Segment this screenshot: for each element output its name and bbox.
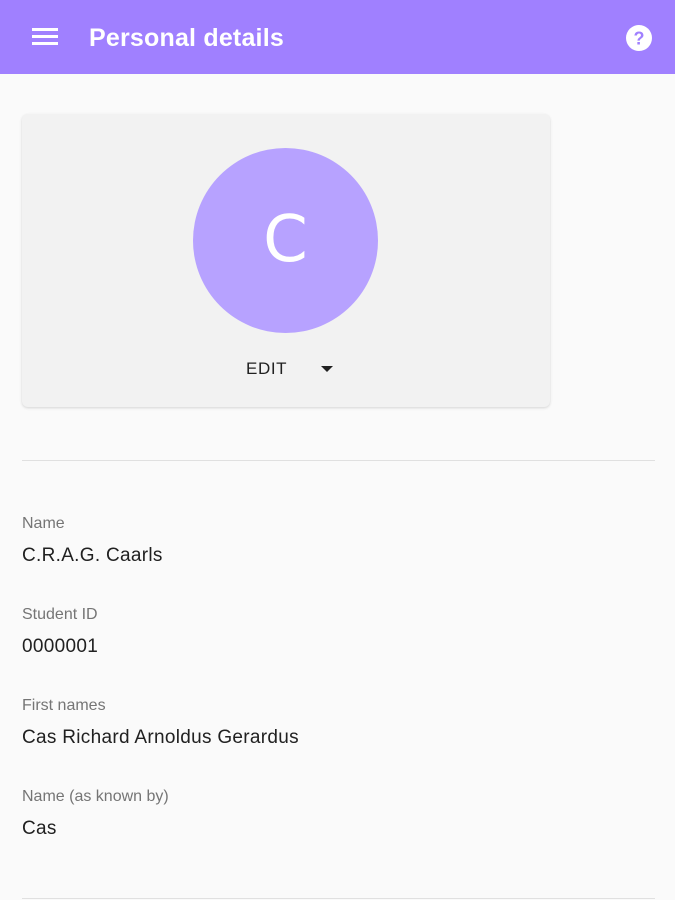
field-value-name: C.R.A.G. Caarls <box>22 545 163 566</box>
menu-icon-line <box>32 42 58 45</box>
field-label-name: Name <box>22 515 65 532</box>
edit-avatar-button[interactable]: EDIT <box>238 354 338 384</box>
edit-label: EDIT <box>246 359 288 378</box>
avatar-card: C EDIT <box>22 114 550 407</box>
field-label-first-names: First names <box>22 697 106 714</box>
app-bar: Personal details ? <box>0 0 675 74</box>
divider <box>22 460 655 461</box>
field-label-known-name: Name (as known by) <box>22 788 169 805</box>
field-value-student-id: 0000001 <box>22 636 99 657</box>
menu-icon-line <box>32 28 58 31</box>
help-glyph: ? <box>634 29 645 49</box>
page-title: Personal details <box>89 24 284 52</box>
chevron-down-icon <box>321 366 333 372</box>
help-icon[interactable]: ? <box>625 24 653 52</box>
menu-icon[interactable] <box>32 27 58 47</box>
avatar: C <box>193 148 378 333</box>
divider <box>22 898 655 899</box>
field-value-known-name: Cas <box>22 818 57 839</box>
menu-icon-line <box>32 35 58 38</box>
field-label-student-id: Student ID <box>22 606 98 623</box>
field-value-first-names: Cas Richard Arnoldus Gerardus <box>22 727 299 748</box>
